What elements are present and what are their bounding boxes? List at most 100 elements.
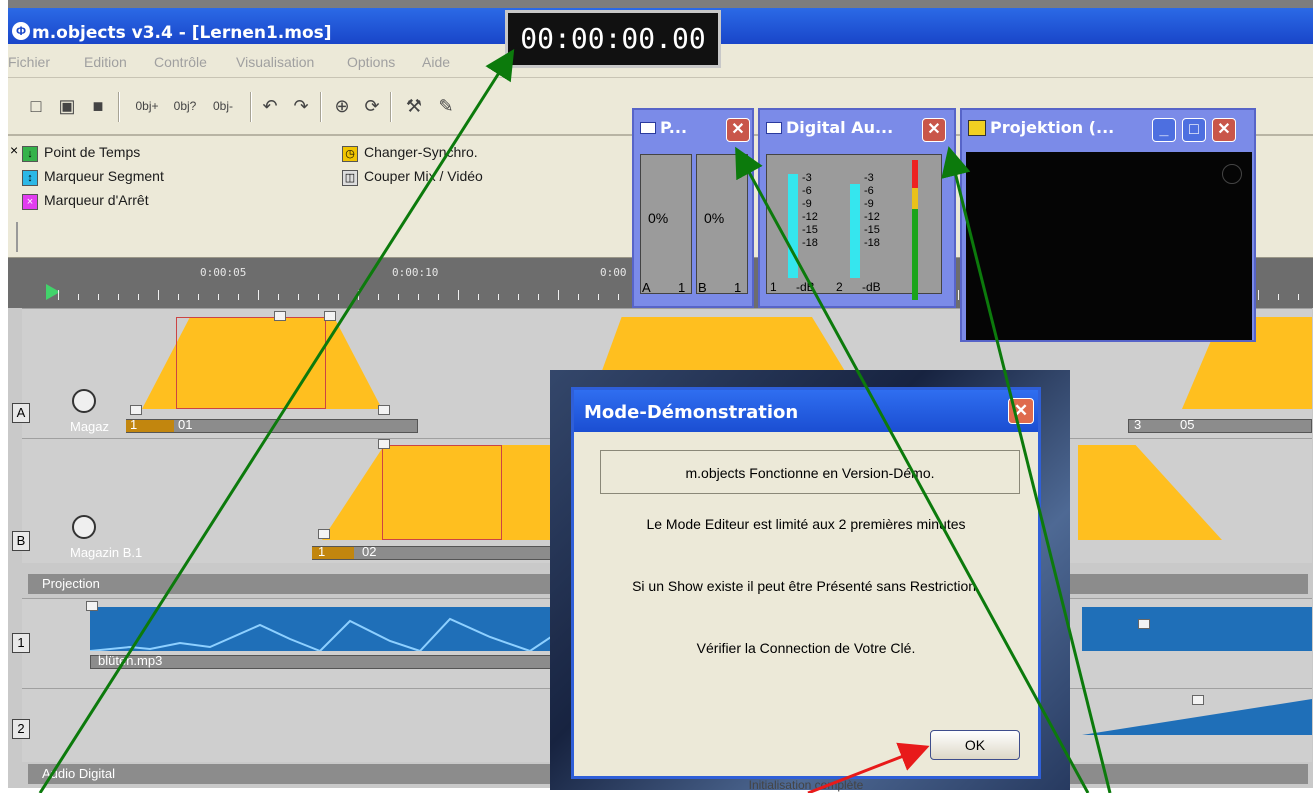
save-button[interactable]: ■ [86,94,110,118]
slide-4-envelope[interactable] [1078,445,1222,540]
window-icon [640,122,656,134]
ruler-tick [418,294,419,300]
projector-icon[interactable] [72,389,96,413]
lane-b-name: Magazin B.1 [70,545,143,560]
demo-mode-dialog[interactable]: Mode-Démonstration ✕ m.objects Fonctionn… [571,387,1041,779]
menu-file[interactable]: Fichier [8,54,50,70]
redo-button[interactable]: ↷ [289,94,313,118]
maximize-icon[interactable]: □ [1182,118,1206,142]
minimize-icon[interactable]: _ [1152,118,1176,142]
menu-edit[interactable]: Edition [84,54,127,70]
ruler-tick [238,294,239,300]
time-marker[interactable] [86,601,98,611]
ruler-tick [1258,290,1259,300]
ruler-tick [518,294,519,300]
ruler-tick [78,294,79,300]
ruler-tick [358,290,359,300]
target-button[interactable]: ⊕ [330,94,354,118]
time-marker[interactable] [378,405,390,415]
close-icon[interactable]: ✕ [922,118,946,142]
new-file-button[interactable]: □ [24,94,48,118]
projector-icon[interactable] [72,515,96,539]
object-add-button[interactable]: 0bj+ [130,94,164,118]
ruler-tick [478,294,479,300]
time-marker[interactable] [274,311,286,321]
ruler-label-15s: 0:00 [600,266,627,279]
ruler-tick [318,294,319,300]
watermark-logo-icon [1222,164,1242,184]
time-marker[interactable] [324,311,336,321]
timecode-display: 00:00:00.00 [505,10,721,68]
projection-preview [966,152,1252,340]
tool-button[interactable]: ⚒ [402,94,426,118]
ruler-tick [178,294,179,300]
ok-button[interactable]: OK [930,730,1020,760]
ruler-tick [538,294,539,300]
toolbar-separator [320,92,322,122]
cut-mix-icon: ◫ [342,170,358,186]
menu-control[interactable]: Contrôle [154,54,207,70]
channel-2-unit: -dB [862,280,881,294]
legend-grip[interactable] [16,222,18,252]
ruler-tick [958,290,959,300]
channel-2-label: 2 [836,280,843,294]
menu-view[interactable]: Visualisation [236,54,314,70]
projector-a-number: 1 [678,280,686,295]
close-icon[interactable]: ✕ [1008,398,1034,424]
time-marker[interactable] [1192,695,1204,705]
arrow-down-icon: ↓ [22,146,38,162]
time-marker[interactable] [378,439,390,449]
stop-marker-icon: × [22,194,38,210]
audio-lane-1-letter: 1 [12,633,30,653]
ruler-tick [398,294,399,300]
close-icon[interactable]: ✕ [1212,118,1236,142]
projektion-title: Projektion (... [990,118,1115,137]
legend-item-cut-mix: Couper Mix / Vidéo [364,168,483,184]
audio-wave-peaks [90,617,566,651]
ruler-tick [598,294,599,300]
ruler-tick [118,294,119,300]
sync-change-icon: ◷ [342,146,358,162]
ruler-tick [158,290,159,300]
slide-5-number: 05 [1180,417,1195,432]
projector-status-window[interactable]: P... ✕ 0% 0% A 1 B 1 [632,108,754,308]
mobjects-logo-icon: Φ [12,22,30,40]
undo-button[interactable]: ↶ [258,94,282,118]
segment-marker-icon: ↕ [22,170,38,186]
edit-tool-button[interactable]: ✎ [434,94,458,118]
open-folder-button[interactable]: ▣ [55,94,79,118]
refresh-button[interactable]: ⟳ [360,94,384,118]
ruler-tick [298,294,299,300]
ruler-label-10s: 0:00:10 [392,266,439,279]
ruler-tick [338,294,339,300]
lane-letter-b: B [12,531,30,551]
slide-2b-index: 1 [318,544,326,559]
object-remove-button[interactable]: 0bj- [206,94,240,118]
meter-scale-2: -3 -6 -9 -12 -15 -18 [864,172,880,249]
projektion-window[interactable]: Projektion (... _ □ ✕ [960,108,1256,342]
slide-5-track[interactable] [1128,419,1312,433]
audio-waveform-right[interactable] [1082,607,1312,651]
ruler-tick [198,294,199,300]
ruler-tick [618,294,619,300]
audio-level-2 [850,184,860,278]
close-icon[interactable]: ✕ [726,118,750,142]
toolbar-separator [390,92,392,122]
close-icon[interactable]: × [10,142,18,158]
slide-1-frame [176,317,326,409]
slide-1-index: 1 [130,417,138,432]
object-info-button[interactable]: 0bj? [168,94,202,118]
time-marker[interactable] [130,405,142,415]
meter-scale-1: -3 -6 -9 -12 -15 -18 [802,172,818,249]
digital-audio-title: Digital Au... [786,118,894,137]
time-marker[interactable] [318,529,330,539]
ruler-tick [1298,294,1299,300]
dialog-message-box: m.objects Fonctionne en Version-Démo. [600,450,1020,494]
toolbar-separator [250,92,252,122]
time-marker[interactable] [1138,619,1150,629]
menu-options[interactable]: Options [347,54,395,70]
ruler-tick [278,294,279,300]
digital-audio-window[interactable]: Digital Au... ✕ -3 -6 -9 -12 -15 -18 -3 -6 -9 … [758,108,956,308]
menu-help[interactable]: Aide [422,54,450,70]
ruler-tick [258,290,259,300]
